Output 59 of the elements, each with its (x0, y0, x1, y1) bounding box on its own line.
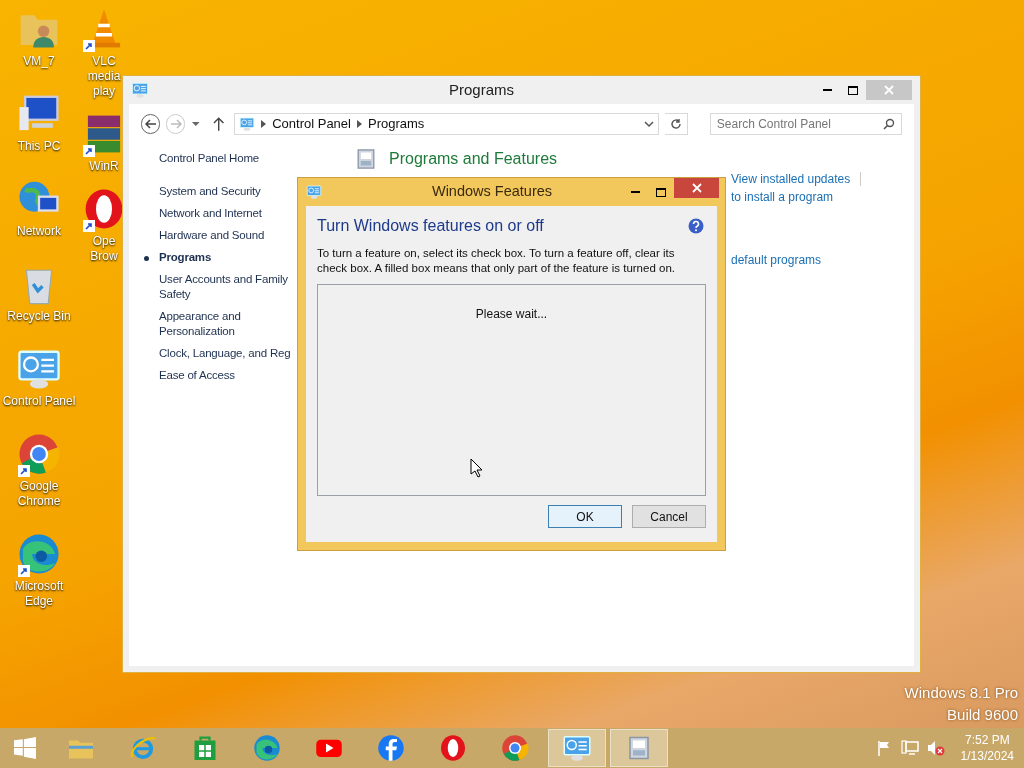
network-icon[interactable] (900, 740, 919, 756)
shortcut-arrow-icon (18, 465, 30, 477)
dialog-title: Windows Features (430, 182, 554, 202)
speaker-muted-icon[interactable] (926, 740, 945, 756)
sidebar-link[interactable]: Control Panel Home (159, 150, 313, 166)
mouse-cursor-icon (470, 458, 484, 478)
dialog-button[interactable]: Cancel (632, 505, 706, 528)
close-icon (884, 85, 894, 95)
sidebar-item[interactable]: Hardware and Sound (159, 228, 265, 243)
help-icon[interactable] (688, 218, 704, 234)
sidebar-item[interactable]: Clock, Language, and Reg (159, 346, 291, 361)
sidebar-item[interactable]: System and Security (159, 184, 261, 199)
control-panel-icon (306, 184, 322, 200)
chrome-icon (500, 733, 530, 763)
refresh-button[interactable] (664, 113, 688, 135)
search-icon (883, 118, 895, 130)
address-bar[interactable]: Control Panel Programs (234, 113, 659, 135)
control-panel-icon (562, 733, 592, 763)
window-title: Programs (448, 79, 515, 100)
edge-icon (252, 733, 282, 763)
shortcut-arrow-icon (83, 145, 95, 157)
up-arrow-icon[interactable] (212, 117, 225, 131)
refresh-icon (669, 118, 682, 130)
section-heading[interactable]: Programs and Features (389, 147, 558, 171)
windows-version-text: Build 9600 (947, 705, 1018, 725)
breadcrumb-item[interactable]: Programs (367, 114, 425, 134)
bullet-icon (144, 256, 149, 261)
chrome-icon (16, 431, 62, 477)
shortcut-arrow-icon (83, 220, 95, 232)
dropdown-caret-icon[interactable] (191, 121, 201, 127)
sidebar-item[interactable]: Programs (159, 250, 212, 265)
close-button[interactable] (674, 178, 719, 198)
breadcrumb-chevron-icon (261, 120, 267, 128)
sidebar-item[interactable]: Ease of Access (159, 368, 235, 383)
shortcut-arrow-icon (83, 40, 95, 52)
back-arrow-icon (144, 119, 157, 129)
search-field[interactable]: Search Control Panel (709, 113, 902, 135)
loading-message: Please wait... (475, 306, 548, 323)
view-updates-link[interactable]: View installed updates (731, 170, 851, 188)
sidebar-item[interactable]: Network and Internet (159, 206, 262, 221)
forward-arrow-icon (169, 119, 182, 129)
chevron-down-icon[interactable] (643, 120, 654, 128)
windows-logo-icon[interactable] (14, 737, 36, 759)
facebook-icon (376, 733, 406, 763)
opera-icon (438, 733, 468, 763)
install-program-link[interactable]: to install a program (731, 188, 914, 206)
control-panel-icon (239, 116, 256, 132)
breadcrumb-item[interactable]: Control Panel (272, 114, 351, 134)
taskbar-button[interactable] (610, 729, 668, 767)
close-icon (691, 183, 702, 193)
windows-version-text: Windows 8.1 Pro (904, 683, 1018, 703)
dialog-heading: Turn Windows features on or off (317, 216, 544, 236)
default-programs-link[interactable]: default programs (731, 251, 914, 269)
control-panel-icon (131, 81, 149, 99)
dialog-description: To turn a feature on, select its check box. To turn a feature off, clear its check box. A filled box means that only part of the feature is turned on. (317, 246, 676, 276)
dialog-button[interactable]: OK (548, 505, 622, 528)
taskbar-button[interactable] (548, 729, 606, 767)
breadcrumb-chevron-icon (356, 120, 362, 128)
shortcut-arrow-icon (18, 565, 30, 577)
